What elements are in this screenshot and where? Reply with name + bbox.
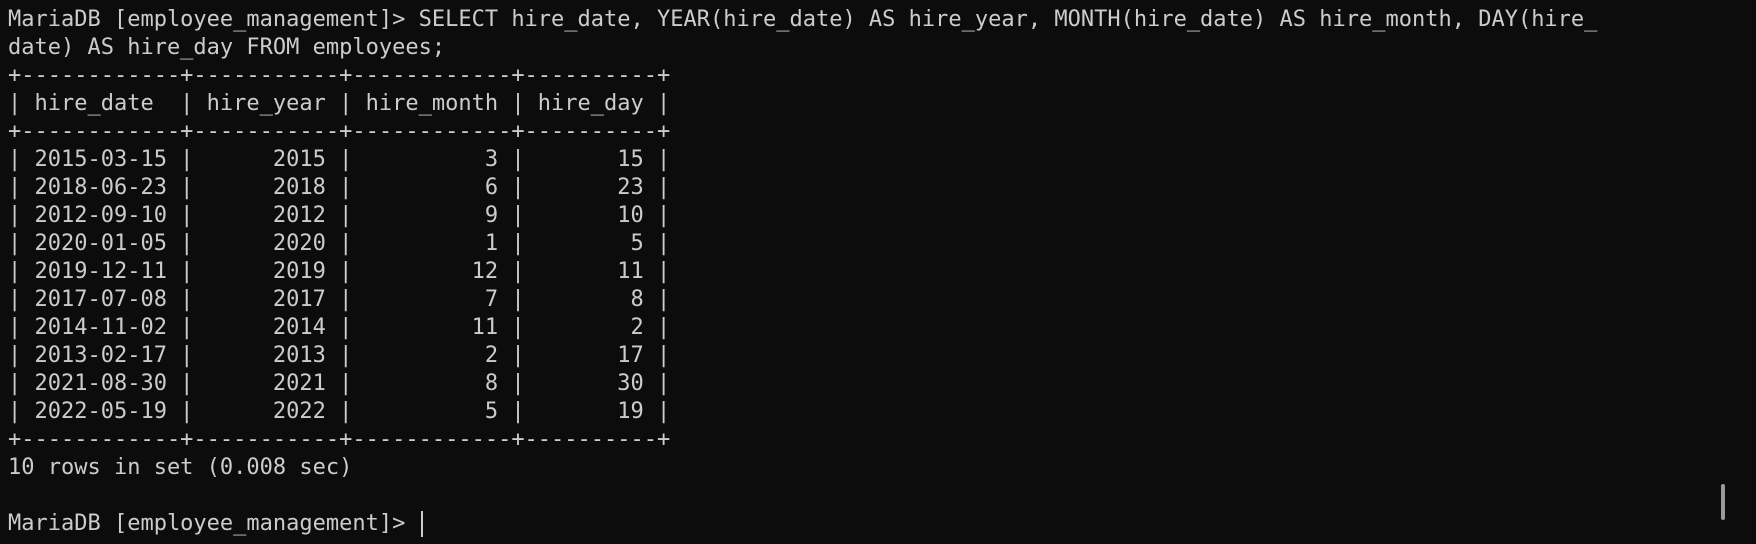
- table-border-mid: +------------+-----------+------------+-…: [8, 119, 671, 144]
- table-row: | 2018-06-23 | 2018 | 6 | 23 |: [8, 175, 671, 200]
- table-row: | 2013-02-17 | 2013 | 2 | 17 |: [8, 343, 671, 368]
- prompt-line[interactable]: MariaDB [employee_management]>: [8, 510, 1708, 538]
- table-row: | 2017-07-08 | 2017 | 7 | 8 |: [8, 287, 671, 312]
- table-row: | 2020-01-05 | 2020 | 1 | 5 |: [8, 231, 671, 256]
- table-row: | 2014-11-02 | 2014 | 11 | 2 |: [8, 315, 671, 340]
- command-line-1: MariaDB [employee_management]> SELECT hi…: [8, 7, 1598, 32]
- scrollbar-thumb[interactable]: [1721, 484, 1725, 520]
- table-row: | 2019-12-11 | 2019 | 12 | 11 |: [8, 259, 671, 284]
- table-header: | hire_date | hire_year | hire_month | h…: [8, 91, 671, 116]
- text-cursor: [420, 511, 423, 537]
- table-row: | 2022-05-19 | 2022 | 5 | 19 |: [8, 399, 671, 424]
- result-summary: 10 rows in set (0.008 sec): [8, 455, 353, 480]
- table-row: | 2021-08-30 | 2021 | 8 | 30 |: [8, 371, 671, 396]
- table-row: | 2012-09-10 | 2012 | 9 | 10 |: [8, 203, 671, 228]
- vertical-scrollbar[interactable]: [1716, 0, 1730, 544]
- table-border-top: +------------+-----------+------------+-…: [8, 63, 671, 88]
- prompt-text: MariaDB [employee_management]>: [8, 511, 419, 536]
- terminal-output[interactable]: MariaDB [employee_management]> SELECT hi…: [8, 6, 1708, 538]
- table-row: | 2015-03-15 | 2015 | 3 | 15 |: [8, 147, 671, 172]
- table-border-bottom: +------------+-----------+------------+-…: [8, 427, 671, 452]
- command-line-2: date) AS hire_day FROM employees;: [8, 35, 446, 60]
